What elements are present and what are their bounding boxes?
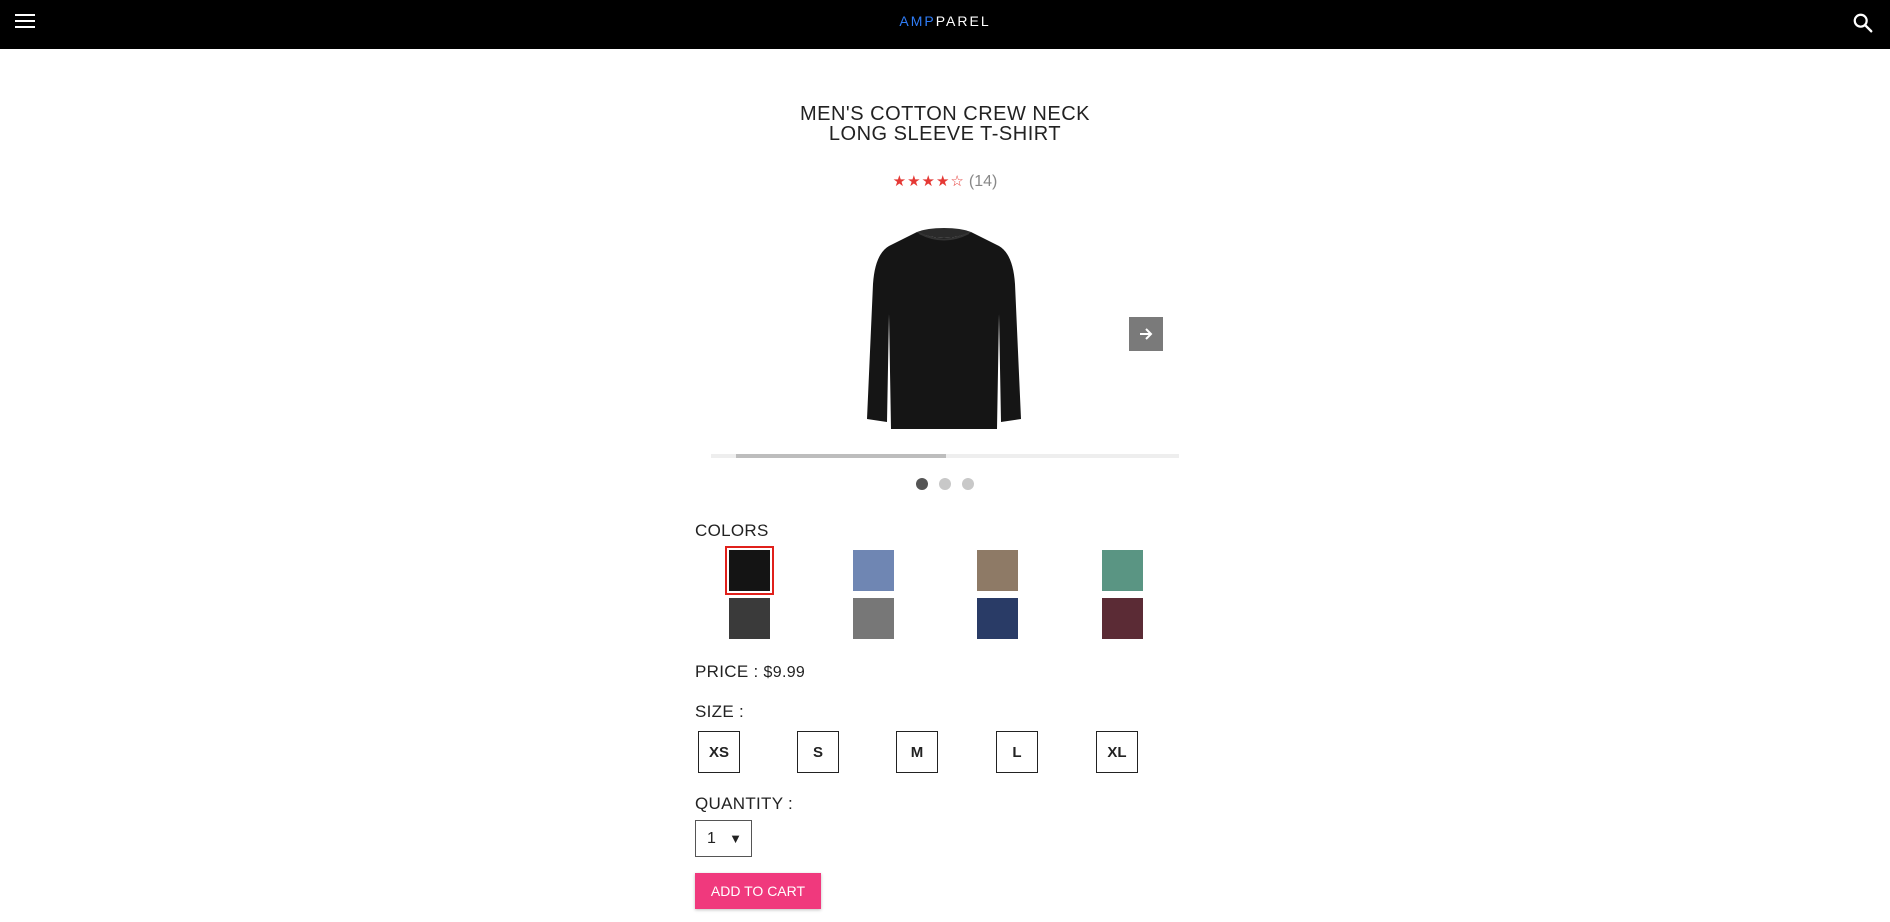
rating-stars-icon: ★★★★☆	[892, 173, 965, 190]
color-swatch-heather-grey[interactable]	[853, 598, 894, 639]
product-title-line-2: LONG SLEEVE T-SHIRT	[828, 123, 1062, 145]
price-value: $9.99	[763, 664, 806, 681]
size-option-m[interactable]: M	[896, 731, 938, 773]
size-option-s[interactable]: S	[797, 731, 839, 773]
size-label: SIZE :	[695, 702, 745, 721]
product-title: MEN'S COTTON CREW NECK LONG SLEEVE T-SHI…	[0, 104, 1890, 144]
quantity-select[interactable]: 1 ▼	[695, 820, 752, 857]
carousel-next-button[interactable]	[1129, 317, 1163, 351]
search-icon[interactable]	[1852, 12, 1874, 34]
price-row: PRICE : $9.99	[695, 662, 805, 682]
product-image	[867, 228, 1021, 429]
colors-label: COLORS	[695, 521, 769, 540]
color-swatch-charcoal[interactable]	[729, 598, 770, 639]
price-label: PRICE :	[695, 662, 759, 681]
quantity-label: QUANTITY :	[695, 794, 794, 813]
quantity-value: 1	[707, 830, 716, 847]
site-logo[interactable]: AMPPAREL	[0, 13, 1890, 29]
color-swatch-heather-blue[interactable]	[853, 550, 894, 591]
add-to-cart-button[interactable]: ADD TO CART	[695, 873, 821, 909]
size-option-l[interactable]: L	[996, 731, 1038, 773]
review-count[interactable]: (14)	[969, 173, 997, 190]
size-option-xl[interactable]: XL	[1096, 731, 1138, 773]
arrow-right-icon	[1140, 328, 1153, 340]
logo-prefix: AMP	[899, 13, 936, 29]
color-swatch-heather-brown[interactable]	[977, 550, 1018, 591]
color-swatch-black[interactable]	[725, 546, 774, 595]
carousel-scrollbar[interactable]	[711, 454, 1179, 458]
color-swatch-maroon[interactable]	[1102, 598, 1143, 639]
product-title-line-1: MEN'S COTTON CREW NECK	[799, 103, 1090, 125]
carousel-scrollbar-thumb[interactable]	[736, 454, 946, 458]
size-option-xs[interactable]: XS	[698, 731, 740, 773]
carousel-dot-1[interactable]	[916, 478, 928, 490]
carousel-dot-2[interactable]	[939, 478, 951, 490]
top-navigation-bar: AMPPAREL	[0, 0, 1890, 49]
color-swatch-navy[interactable]	[977, 598, 1018, 639]
chevron-down-icon: ▼	[729, 831, 742, 846]
logo-suffix: PAREL	[935, 13, 991, 29]
color-swatch-heather-green[interactable]	[1102, 550, 1143, 591]
carousel-dot-3[interactable]	[962, 478, 974, 490]
product-image-carousel[interactable]	[711, 214, 1179, 440]
product-rating: ★★★★☆ (14)	[0, 172, 1890, 191]
carousel-pagination	[0, 478, 1890, 490]
